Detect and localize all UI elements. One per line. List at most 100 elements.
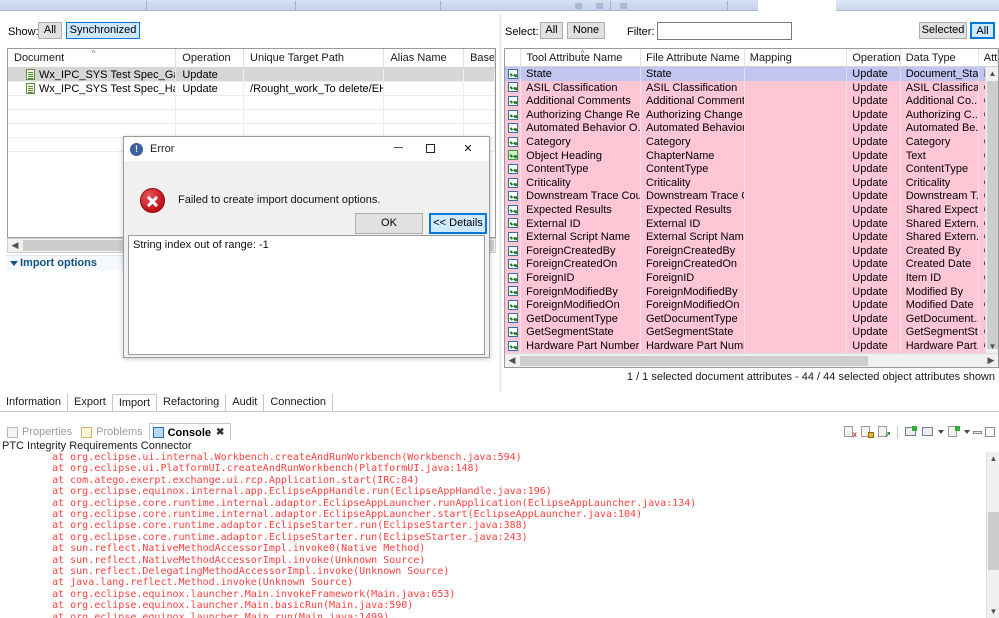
table-row[interactable]: ASIL Classification ASIL Classification Up… [505,80,998,95]
scroll-left-arrow-icon[interactable]: ◀ [8,240,22,251]
scrollbar-thumb[interactable] [987,81,998,349]
table-row[interactable]: CriticalityCriticalityUpdateCriticalityO… [505,175,998,190]
toolbar-icon[interactable] [620,3,627,9]
clear-console-icon[interactable]: x [843,425,857,439]
pin-console-icon[interactable]: ↗ [877,425,891,439]
show-all-button[interactable]: All [38,22,62,39]
row-checkbox[interactable] [507,191,518,202]
scroll-lock-icon[interactable] [860,425,874,439]
scroll-down-arrow-icon[interactable]: ▼ [986,340,998,353]
filter-all-button[interactable]: All [970,22,995,39]
table-row[interactable]: GetDocumentType GetDocumentType Update GetD… [505,311,998,326]
column-header-checkbox[interactable] [505,49,522,66]
column-header-att[interactable]: Att [979,49,998,66]
table-row[interactable]: ForeignIDForeignIDUpdateItem IDOb [505,270,998,285]
row-checkbox[interactable] [507,313,518,324]
cell-checkbox[interactable] [505,243,522,258]
table-row-empty[interactable] [8,110,495,124]
maximize-view-icon[interactable] [985,427,995,437]
error-details-button[interactable]: << Details [429,213,487,234]
close-button[interactable]: ✕ [453,137,483,161]
new-console-dropdown-icon[interactable] [964,430,970,434]
table-row[interactable]: Object HeadingChapterNameUpdateTextOb [505,148,998,163]
error-details-text[interactable]: String index out of range: -1 [128,235,485,355]
row-checkbox[interactable] [507,299,518,310]
row-checkbox[interactable] [507,245,518,256]
scroll-up-arrow-icon[interactable]: ▲ [986,67,998,80]
column-header-data-type[interactable]: Data Type [901,49,979,66]
filter-selected-button[interactable]: Selected [919,22,967,39]
import-options-section[interactable]: Import options [6,255,126,270]
column-header-tool-attribute-name[interactable]: Tool Attribute Name ^ [521,49,642,66]
row-checkbox[interactable] [507,95,518,106]
cell-checkbox[interactable] [505,257,522,271]
attributes-vertical-scrollbar[interactable]: ▲ ▼ [985,67,998,353]
scroll-left-arrow-icon[interactable]: ◀ [505,355,519,366]
scrollbar-thumb[interactable] [988,512,999,570]
row-checkbox[interactable] [507,204,518,215]
attributes-table[interactable]: Tool Attribute Name ^ File Attribute Nam… [504,48,999,368]
scrollbar-thumb[interactable] [520,355,868,366]
minimize-button[interactable] [383,137,413,161]
table-row[interactable]: Authorizing Change Re... Authorizing Chan… [505,107,998,122]
show-synchronized-button[interactable]: Synchronized [66,22,140,39]
table-row[interactable]: ForeignModifiedOn ForeignModifiedOn Update… [505,298,998,312]
table-row[interactable]: External Script Name External Script Name… [505,230,998,244]
cell-checkbox[interactable] [505,80,522,95]
column-header-file-attribute-name[interactable]: File Attribute Name [641,49,745,66]
column-header-baseline[interactable]: Baseli [464,49,495,67]
row-checkbox[interactable] [507,82,518,93]
tab-audit[interactable]: Audit [226,394,265,411]
filter-input[interactable] [657,22,792,40]
cell-checkbox[interactable] [505,338,522,353]
column-header-alias-name[interactable]: Alias Name [384,49,465,67]
tab-information[interactable]: Information [0,394,69,411]
error-ok-button[interactable]: OK [355,213,423,234]
select-none-button[interactable]: None [567,22,605,39]
table-row[interactable]: ForeignCreatedBy ForeignCreatedBy Update Cr… [505,243,998,258]
row-checkbox[interactable] [507,136,518,147]
cell-checkbox[interactable] [505,311,522,326]
cell-checkbox[interactable] [505,284,522,299]
row-checkbox[interactable] [507,123,518,134]
close-icon[interactable]: ✖ [216,427,224,438]
table-row[interactable]: Downstream Trace CountDownstream Trace C… [505,189,998,203]
tab-properties[interactable]: Properties [4,423,78,440]
cell-checkbox[interactable] [505,67,522,81]
console-toolbar[interactable]: x ↗ [843,423,995,441]
table-row[interactable]: Wx_IPC_SYS Test Spec_Hardware Fault Upda… [8,82,495,96]
cell-checkbox[interactable] [505,202,522,217]
row-checkbox[interactable] [507,272,518,283]
row-checkbox[interactable] [507,231,518,242]
table-row[interactable]: Additional Comments Additional Comments Up… [505,94,998,108]
cell-checkbox[interactable] [505,121,522,135]
row-checkbox[interactable] [507,340,518,351]
row-checkbox[interactable] [507,177,518,188]
tab-refactoring[interactable]: Refactoring [157,394,227,411]
maximize-button[interactable] [415,137,445,161]
connector-tab-bar[interactable]: Information Export Import Refactoring Audit C… [0,394,999,412]
toolbar-icon[interactable] [596,3,603,9]
select-all-button[interactable]: All [540,22,563,39]
tab-console[interactable]: Console ✖ [148,423,232,440]
row-checkbox[interactable] [507,218,518,229]
open-console-icon[interactable] [921,425,935,439]
table-row[interactable]: Hardware Part NumberHardware Part Number… [505,338,998,353]
cell-checkbox[interactable] [505,325,522,339]
row-checkbox[interactable] [507,327,518,338]
table-row[interactable]: External ID External ID Update Shared Exter… [505,216,998,231]
open-console-dropdown-icon[interactable] [938,430,944,434]
tab-connection[interactable]: Connection [264,394,334,411]
console-vertical-scrollbar[interactable]: ▲ ▼ [986,452,999,618]
table-row[interactable]: Wx_IPC_SYS Test Spec_Gauges Update [8,68,495,82]
tab-problems[interactable]: Problems [78,423,148,440]
cell-checkbox[interactable] [505,107,522,122]
table-row[interactable]: StateStateUpdateDocument_Sta...Do [505,67,998,81]
cell-checkbox[interactable] [505,94,522,108]
cell-checkbox[interactable] [505,148,522,163]
column-header-operation[interactable]: Operation [176,49,245,67]
panel-splitter[interactable] [499,14,502,392]
new-console-view-icon[interactable] [947,425,961,439]
scroll-down-arrow-icon[interactable]: ▼ [987,605,999,618]
attributes-horizontal-scrollbar[interactable]: ◀ ▶ [505,353,998,367]
